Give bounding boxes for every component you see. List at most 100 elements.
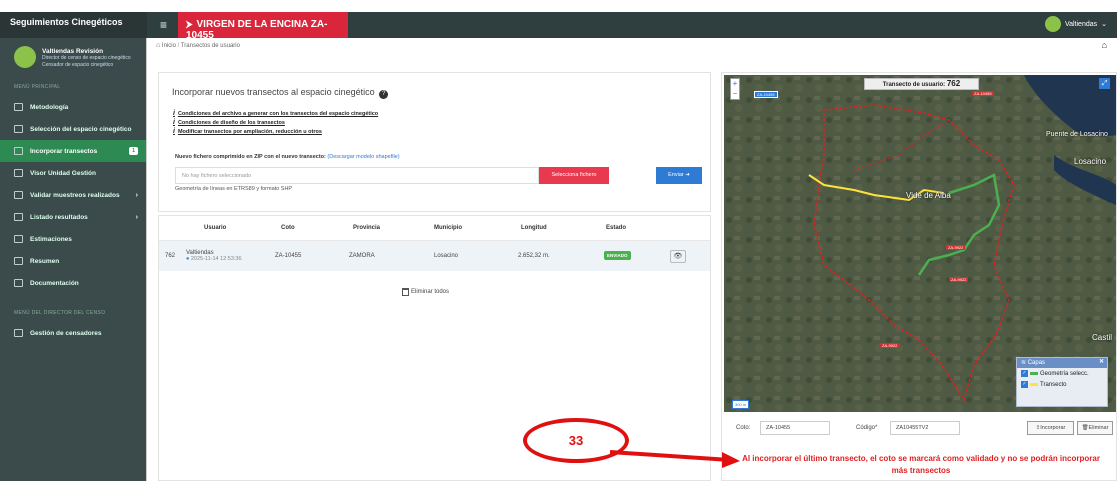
layer-swatch (1030, 383, 1038, 386)
help-icon[interactable]: ? (379, 90, 389, 99)
close-icon[interactable]: ✕ (1099, 358, 1104, 365)
download-model-link[interactable]: (Descargar modelo shapefile) (327, 154, 399, 160)
sidebar-item-resumen[interactable]: Resumen (0, 250, 146, 272)
send-button-label: Enviar (668, 172, 684, 178)
user-menu[interactable]: Valtiendas ⌄ (1044, 16, 1107, 32)
sidebar-item-label: Estimaciones (30, 235, 72, 243)
select-file-button[interactable]: Selecciona fichero (539, 167, 609, 184)
codigo-input[interactable]: ZA10455TV2 (890, 421, 960, 435)
sidebar-item-incorporar-transectos[interactable]: Incorporar transectos 1 (0, 140, 146, 162)
map-scale: 300 m (732, 400, 750, 409)
delete-all-label: Eliminar todos (411, 289, 450, 295)
col-coto: Coto (281, 225, 295, 231)
eliminar-button[interactable]: 🗑Eliminar (1077, 421, 1113, 435)
layer-label: Transecto (1040, 381, 1067, 388)
info-icon: i (173, 110, 175, 117)
status-badge: ENVIADO (604, 251, 631, 260)
app-name: Seguimientos Cinegéticos (10, 17, 123, 27)
col-municipio: Municipio (434, 225, 462, 231)
file-input[interactable]: No hay fichero seleccionado (175, 167, 539, 184)
upload-card: Incorporar nuevos transectos al espacio … (158, 72, 711, 212)
app-brand[interactable]: Seguimientos Cinegéticos (0, 12, 147, 38)
row-actions: 👁 (660, 249, 710, 263)
home-right-icon[interactable]: ⌂ (1102, 40, 1107, 50)
breadcrumb-separator: / (177, 43, 180, 49)
layer-geometry[interactable]: ✓ Geometría selecc. (1017, 368, 1107, 379)
col-longitud: Longitud (521, 225, 547, 231)
col-usuario: Usuario (204, 225, 227, 231)
map-label: Transecto de usuario: 762 (864, 78, 979, 90)
row-longitud: 2.652,32 m. (518, 253, 550, 259)
checkbox-checked-icon[interactable]: ✓ (1021, 370, 1028, 377)
top-bar: Seguimientos Cinegéticos ≡ ⮞ VIRGEN DE LA… (0, 0, 1117, 41)
checkbox-checked-icon[interactable]: ✓ (1021, 381, 1028, 388)
chevron-right-icon: › (135, 191, 138, 199)
row-provincia: ZAMORA (349, 253, 375, 259)
transect-form: Coto: ZA-10455 Código* ZA10455TV2 ⇪Incor… (730, 419, 1114, 437)
town-puente-losacino: Puente de Losacino (1046, 131, 1108, 138)
zoom-control: + − (730, 78, 740, 100)
zoom-out-button[interactable]: − (731, 89, 739, 99)
profile-avatar (14, 46, 36, 68)
codigo-label: Código* (856, 425, 878, 431)
incorporar-label: Incorporar (1040, 425, 1066, 431)
incorporar-button[interactable]: ⇪Incorporar (1027, 421, 1074, 435)
row-date: ● 2025-11-14 12:53:36 (186, 256, 269, 262)
map-tag: ZA-9922 (880, 343, 900, 348)
sidebar-item-documentaci-n[interactable]: Documentación (0, 272, 146, 294)
callout-number: 33 (523, 418, 629, 463)
layer-transecto[interactable]: ✓ Transecto (1017, 379, 1107, 390)
profile-role: Director de censo de espacio cinegético … (42, 55, 131, 68)
zoom-in-button[interactable]: + (731, 79, 739, 89)
sidebar: Valtiendas Revisión Director de censo de… (0, 38, 147, 481)
link-conditions-design[interactable]: i Condiciones de diseño de los transectos (173, 119, 378, 126)
delete-all-button[interactable]: Eliminar todos (402, 288, 449, 296)
file-icon (14, 279, 23, 287)
map-tag: ZA-9922 (946, 245, 966, 250)
file-label-text: Nuevo fichero comprimido en ZIP con el n… (175, 154, 326, 160)
count-badge: 1 (129, 147, 138, 155)
menu-toggle-icon[interactable]: ≡ (160, 18, 167, 32)
sidebar-item-gesti-n-de-censadores[interactable]: Gestión de censadores (0, 322, 146, 344)
coto-label: Coto: (736, 425, 751, 431)
app-root: { "app": {"name": "Seguimientos Cinegéti… (0, 0, 1117, 481)
sidebar-item-label: Documentación (30, 279, 79, 287)
map-tag: ZA-10455 (754, 91, 778, 98)
link-conditions-file[interactable]: i Condiciones del archivo a generar con l… (173, 110, 378, 117)
coto-input[interactable]: ZA-10455 (760, 421, 830, 435)
layers-panel: ≋ Capas ✕ ✓ Geometría selecc. ✓ Transecto (1016, 357, 1108, 407)
form-title-text: Incorporar nuevos transectos al espacio … (172, 87, 375, 97)
home-icon[interactable]: ⌂ (156, 42, 160, 49)
map-tag: ZA-9922 (949, 277, 969, 282)
section-director-label: MENÚ DEL DIRECTOR DEL CENSO (14, 310, 106, 316)
table-row[interactable]: 762 Valtiendas ● 2025-11-14 12:53:36 ZA-1… (159, 241, 710, 271)
user-name: Valtiendas (1064, 20, 1098, 28)
link-modify[interactable]: i Modificar transectos por ampliación, re… (173, 128, 378, 135)
sidebar-item-label: Listado resultados (30, 213, 88, 221)
chevron-down-icon: ⌄ (1101, 21, 1107, 28)
map-view[interactable]: Transecto de usuario: 762 + − ⤢ Vide de A… (724, 75, 1116, 412)
send-button[interactable]: Enviar ➜ (656, 167, 702, 184)
trash-icon (402, 288, 409, 296)
cursor-icon: ⮞ (186, 19, 193, 29)
eye-icon[interactable]: 👁 (670, 249, 686, 263)
row-estado: ENVIADO (586, 251, 660, 260)
town-vide-de-alba: Vide de Alba (906, 191, 951, 200)
info-icon: i (173, 119, 175, 126)
sidebar-item-listado-resultados[interactable]: Listado resultados › (0, 206, 146, 228)
fullscreen-icon[interactable]: ⤢ (1099, 78, 1110, 89)
coto-title: VIRGEN DE LA ENCINA ZA-10455 (186, 19, 328, 41)
doc-icon (14, 257, 23, 265)
arrow-right-icon: ➜ (685, 172, 690, 178)
sidebar-item-estimaciones[interactable]: Estimaciones (0, 228, 146, 250)
sidebar-item-selecci-n-del-espacio-cineg-tico[interactable]: Selección del espacio cinegético (0, 118, 146, 140)
sidebar-item-validar-muestreos-realizados[interactable]: Validar muestreos realizados › (0, 184, 146, 206)
profile: Valtiendas Revisión Director de censo de… (0, 38, 146, 78)
chart-line-icon (14, 147, 23, 155)
breadcrumb-home[interactable]: Inicio (162, 43, 176, 49)
breadcrumb: ⌂ Inicio / Transectos de usuario (156, 42, 240, 49)
col-estado: Estado (606, 225, 627, 231)
sidebar-item-metodolog-a[interactable]: Metodología (0, 96, 146, 118)
sidebar-item-visor-unidad-gesti-n[interactable]: Visor Unidad Gestión (0, 162, 146, 184)
section-main-label: MENÚ PRINCIPAL (14, 84, 61, 90)
